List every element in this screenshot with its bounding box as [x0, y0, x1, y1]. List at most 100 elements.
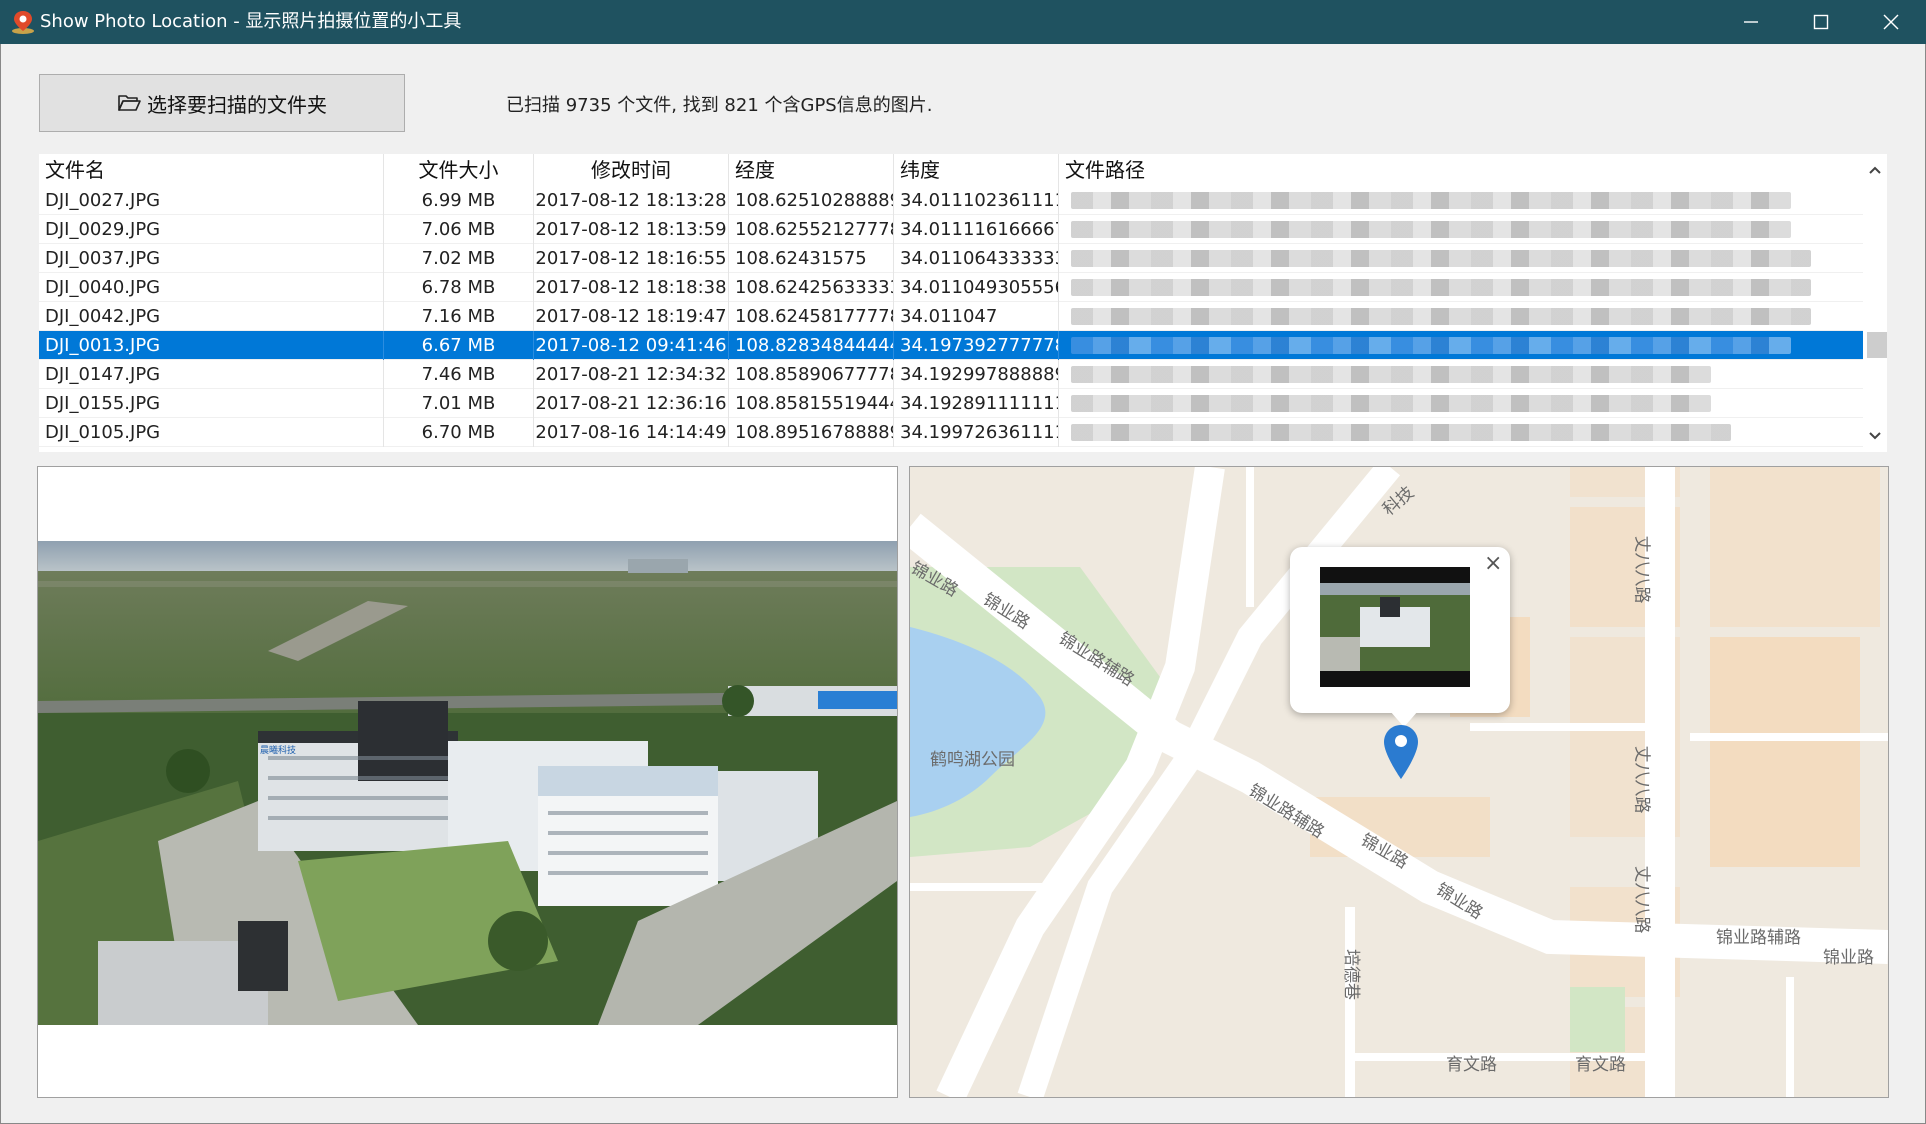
cell-latitude: 34.192891111111: [894, 389, 1059, 418]
table-row[interactable]: DJI_0027.JPG 6.99 MB 2017-08-12 18:13:28 10…: [39, 186, 1863, 215]
cell-file-size: 7.16 MB: [384, 302, 534, 331]
select-folder-button[interactable]: 选择要扫描的文件夹: [39, 74, 405, 132]
cell-longitude: 108.62510288889: [729, 186, 894, 215]
table-row[interactable]: DJI_0042.JPG 7.16 MB 2017-08-12 18:19:47 10…: [39, 302, 1863, 331]
cell-latitude: 34.011102361111: [894, 186, 1059, 215]
cell-longitude: 108.85890677778: [729, 360, 894, 389]
table-scrollbar[interactable]: [1863, 154, 1887, 452]
popup-photo-thumbnail[interactable]: [1320, 567, 1470, 687]
map-panel[interactable]: 科技 锦业路 锦业路 锦业路辅路 鹤鸣湖公园 锦业路辅路 锦业路 锦业路 丈八八…: [909, 466, 1889, 1098]
map-label-road: 锦业路: [1823, 948, 1874, 968]
cell-modified-time: 2017-08-21 12:34:32: [534, 360, 729, 389]
cell-file-name: DJI_0013.JPG: [39, 331, 384, 360]
cell-file-name: DJI_0040.JPG: [39, 273, 384, 302]
cell-latitude: 34.199726361111: [894, 418, 1059, 447]
scan-status-text: 已扫描 9735 个文件, 找到 821 个含GPS信息的图片.: [506, 95, 933, 116]
scroll-up-button[interactable]: [1863, 158, 1887, 182]
redacted-path-blur: [1071, 395, 1711, 412]
photo-preview-image: 晨曦科技: [38, 541, 897, 1025]
window-title: Show Photo Location - 显示照片拍摄位置的小工具: [40, 11, 462, 32]
cell-modified-time: 2017-08-21 12:36:16: [534, 389, 729, 418]
close-button[interactable]: [1856, 0, 1926, 44]
cell-file-size: 6.78 MB: [384, 273, 534, 302]
photo-list-table[interactable]: 文件名 文件大小 修改时间 经度 纬度 文件路径 DJI_0027.JPG 6.9…: [39, 154, 1887, 452]
cell-longitude: 108.62552127778: [729, 215, 894, 244]
cell-longitude: 108.89516788889: [729, 418, 894, 447]
cell-latitude: 34.192997888889: [894, 360, 1059, 389]
cell-modified-time: 2017-08-12 18:13:28: [534, 186, 729, 215]
map-label-road: 丈八八路: [1631, 535, 1652, 604]
cell-latitude: 34.011064333333: [894, 244, 1059, 273]
redacted-path-blur: [1071, 366, 1711, 383]
cell-file-size: 6.70 MB: [384, 418, 534, 447]
minimize-button[interactable]: [1716, 0, 1786, 44]
location-marker-icon[interactable]: [1382, 723, 1420, 781]
building-sign: 晨曦科技: [260, 744, 296, 756]
cell-longitude: 108.62458177778: [729, 302, 894, 331]
minimize-icon: [1744, 21, 1758, 23]
column-header-latitude[interactable]: 纬度: [894, 154, 1059, 186]
table-row[interactable]: DJI_0040.JPG 6.78 MB 2017-08-12 18:18:38 10…: [39, 273, 1863, 302]
table-row[interactable]: DJI_0155.JPG 7.01 MB 2017-08-21 12:36:16 10…: [39, 389, 1863, 418]
map-label-park: 鹤鸣湖公园: [930, 750, 1015, 770]
cell-file-name: DJI_0042.JPG: [39, 302, 384, 331]
maximize-button[interactable]: [1786, 0, 1856, 44]
table-header: 文件名 文件大小 修改时间 经度 纬度 文件路径: [39, 154, 1863, 186]
redacted-path-blur: [1071, 279, 1811, 296]
scroll-down-button[interactable]: [1863, 424, 1887, 448]
column-header-time[interactable]: 修改时间: [534, 154, 729, 186]
cell-latitude: 34.011049305556: [894, 273, 1059, 302]
cell-longitude: 108.82834844444: [729, 331, 894, 360]
maximize-icon: [1813, 14, 1829, 30]
cell-modified-time: 2017-08-12 18:18:38: [534, 273, 729, 302]
cell-file-path-redacted: [1059, 331, 1863, 360]
map-label-road: 锦业路辅路: [1716, 928, 1801, 948]
table-row[interactable]: DJI_0147.JPG 7.46 MB 2017-08-21 12:34:32 10…: [39, 360, 1863, 389]
column-header-size[interactable]: 文件大小: [384, 154, 534, 186]
select-folder-label: 选择要扫描的文件夹: [147, 92, 327, 117]
cell-modified-time: 2017-08-12 18:13:59: [534, 215, 729, 244]
table-row[interactable]: DJI_0013.JPG 6.67 MB 2017-08-12 09:41:46 10…: [39, 331, 1863, 360]
map-label-road: 丈八八路: [1631, 745, 1652, 814]
column-header-longitude[interactable]: 经度: [729, 154, 894, 186]
redacted-path-blur: [1071, 250, 1811, 267]
cell-modified-time: 2017-08-12 18:16:55: [534, 244, 729, 273]
cell-file-path-redacted: [1059, 302, 1863, 331]
cell-file-path-redacted: [1059, 418, 1863, 447]
cell-file-name: DJI_0147.JPG: [39, 360, 384, 389]
cell-longitude: 108.85815519444: [729, 389, 894, 418]
cell-file-size: 7.06 MB: [384, 215, 534, 244]
table-row[interactable]: DJI_0037.JPG 7.02 MB 2017-08-12 18:16:55 10…: [39, 244, 1863, 273]
cell-modified-time: 2017-08-16 14:14:49: [534, 418, 729, 447]
cell-modified-time: 2017-08-12 18:19:47: [534, 302, 729, 331]
table-row[interactable]: DJI_0105.JPG 6.70 MB 2017-08-16 14:14:49 10…: [39, 418, 1863, 447]
chevron-down-icon: [1869, 432, 1881, 440]
cell-modified-time: 2017-08-12 09:41:46: [534, 331, 729, 360]
redacted-path-blur: [1071, 308, 1811, 325]
title-bar: Show Photo Location - 显示照片拍摄位置的小工具: [0, 0, 1926, 44]
cell-file-size: 7.02 MB: [384, 244, 534, 273]
cell-latitude: 34.011116166667: [894, 215, 1059, 244]
column-header-name[interactable]: 文件名: [39, 154, 384, 186]
close-icon: [1883, 14, 1899, 30]
map-info-popup: ×: [1290, 547, 1510, 727]
cell-file-path-redacted: [1059, 244, 1863, 273]
cell-longitude: 108.62425633333: [729, 273, 894, 302]
redacted-path-blur: [1071, 192, 1791, 209]
cell-longitude: 108.62431575: [729, 244, 894, 273]
cell-file-path-redacted: [1059, 215, 1863, 244]
map-label-road: 培德巷: [1341, 949, 1361, 1000]
table-row[interactable]: DJI_0029.JPG 7.06 MB 2017-08-12 18:13:59 10…: [39, 215, 1863, 244]
cell-file-size: 7.46 MB: [384, 360, 534, 389]
cell-file-path-redacted: [1059, 186, 1863, 215]
cell-file-name: DJI_0037.JPG: [39, 244, 384, 273]
map-label-road: 育文路: [1446, 1055, 1497, 1075]
cell-file-name: DJI_0155.JPG: [39, 389, 384, 418]
cell-file-name: DJI_0105.JPG: [39, 418, 384, 447]
redacted-path-blur: [1071, 424, 1731, 441]
column-header-path[interactable]: 文件路径: [1059, 154, 1863, 186]
cell-file-size: 6.99 MB: [384, 186, 534, 215]
popup-close-icon[interactable]: ×: [1484, 553, 1502, 575]
scrollbar-thumb[interactable]: [1867, 332, 1887, 358]
redacted-path-blur: [1071, 221, 1791, 238]
